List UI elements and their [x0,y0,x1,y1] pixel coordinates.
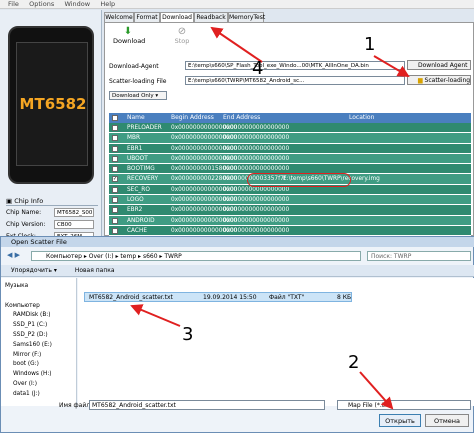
arrow-2 [359,371,394,410]
annotation-1: 1 [364,34,376,55]
arrow-3 [130,304,181,327]
annotation-3: 3 [182,324,194,345]
arrow-4 [210,26,263,63]
annotation-2: 2 [348,352,360,373]
annotation-arrows [130,26,410,410]
annotation-4: 4 [252,58,264,79]
arrow-1 [373,55,410,78]
